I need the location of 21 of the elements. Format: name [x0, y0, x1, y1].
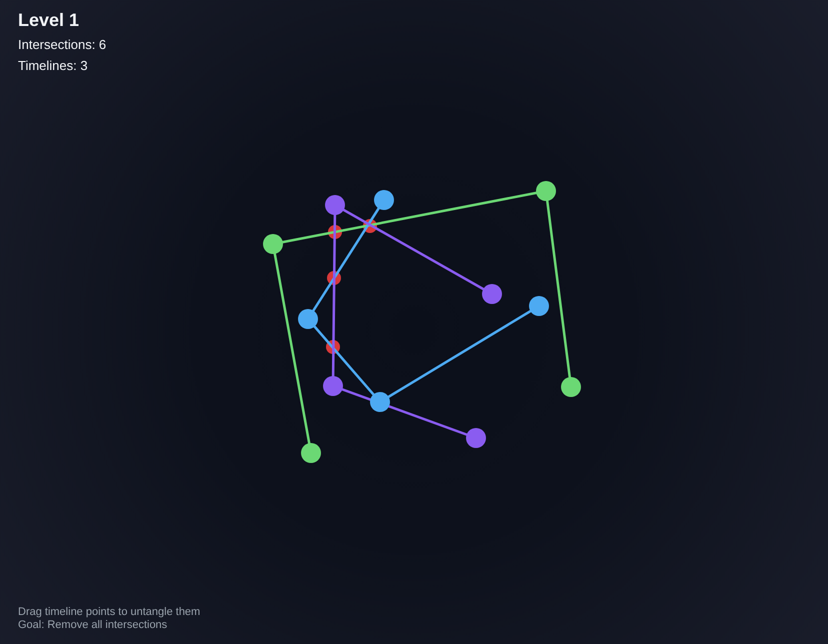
timeline-point[interactable]: [263, 234, 283, 254]
timeline-point[interactable]: [301, 443, 321, 463]
instruction-text: Drag timeline points to untangle them: [18, 606, 200, 619]
instruction-text: Goal: Remove all intersections: [18, 619, 168, 632]
timeline-point[interactable]: [482, 284, 502, 304]
intersection-marker: [328, 225, 342, 239]
timeline-point[interactable]: [529, 296, 549, 316]
intersection-count: Intersections: 6: [18, 37, 106, 52]
intersection-marker: [363, 219, 377, 233]
timeline-point[interactable]: [561, 377, 581, 397]
timeline-point[interactable]: [325, 195, 345, 215]
timeline-point[interactable]: [536, 181, 556, 201]
level-title: Level 1: [18, 10, 80, 31]
timeline-point[interactable]: [374, 190, 394, 210]
timeline-point[interactable]: [298, 309, 318, 329]
timeline-point[interactable]: [370, 392, 390, 412]
intersection-marker: [327, 271, 341, 285]
intersection-marker: [326, 340, 340, 354]
timeline-count: Timelines: 3: [18, 58, 89, 73]
timeline-point[interactable]: [466, 428, 486, 448]
timeline-point[interactable]: [323, 376, 343, 396]
